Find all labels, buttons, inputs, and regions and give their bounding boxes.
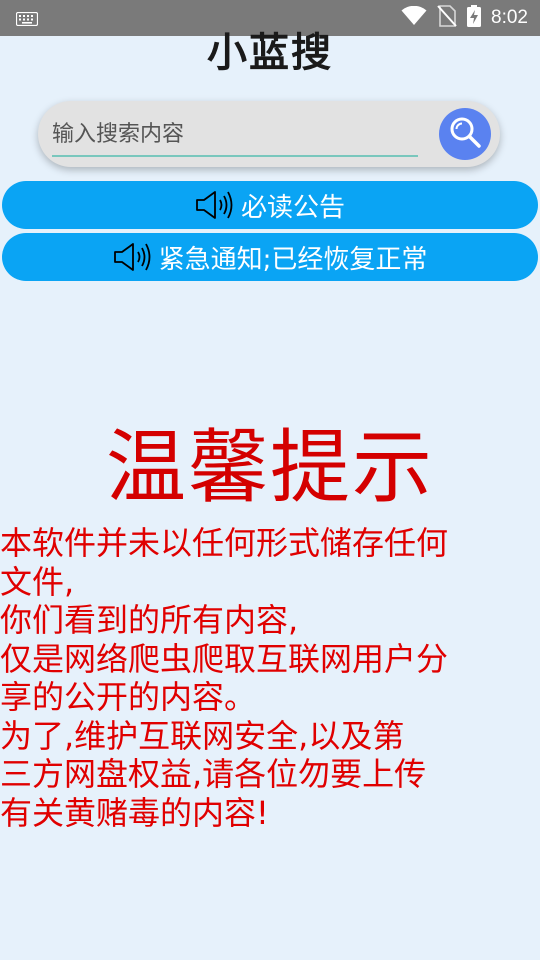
tip-line: 享的公开的内容。 bbox=[0, 678, 257, 716]
magnifier-icon bbox=[448, 115, 482, 153]
speaker-icon bbox=[113, 241, 153, 273]
speaker-icon bbox=[195, 189, 235, 221]
tip-line: 文件, bbox=[0, 562, 75, 601]
tip-line: 有关黄赌毒的内容! bbox=[0, 793, 269, 832]
search-bar bbox=[38, 101, 500, 167]
tip-line: 为了,维护互联网安全,以及第 bbox=[0, 716, 405, 755]
tip-line: 本软件并未以任何形式储存任何 bbox=[0, 524, 449, 562]
search-input[interactable] bbox=[52, 113, 418, 157]
tip-line: 三方网盘权益,请各位勿要上传 bbox=[0, 755, 427, 793]
notice-label: 紧急通知;已经恢复正常 bbox=[158, 244, 428, 275]
search-button[interactable] bbox=[439, 108, 491, 160]
tip-line: 仅是网络爬虫爬取互联网用户分 bbox=[0, 639, 449, 678]
notice-label: 必读公告 bbox=[240, 192, 345, 223]
tip-body: 本软件并未以任何形式储存任何 文件, 你们看到的所有内容, 仅是网络爬虫爬取互联… bbox=[0, 524, 540, 832]
notice-emergency[interactable]: 紧急通知;已经恢复正常 bbox=[2, 233, 538, 281]
app-title: 小蓝搜 bbox=[207, 30, 333, 76]
notice-required-reading[interactable]: 必读公告 bbox=[2, 181, 538, 229]
tip-title: 温馨提示 bbox=[106, 421, 434, 514]
tip-line: 你们看到的所有内容, bbox=[0, 601, 299, 639]
